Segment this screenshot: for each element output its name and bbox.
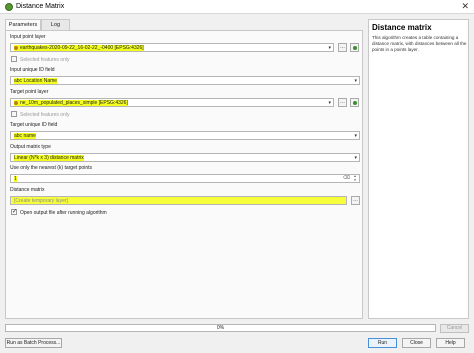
input-point-layer-value: earthquakes-2020-09-22_16-02-22_-0400 [E… bbox=[20, 45, 144, 51]
parameters-form: Input point layer earthquakes-2020-09-22… bbox=[5, 30, 363, 319]
nearest-k-spinbox[interactable]: 1 ⌫ ▴ ▾ bbox=[10, 174, 360, 183]
run-button[interactable]: Run bbox=[368, 338, 397, 348]
chevron-down-icon: ▾ bbox=[354, 78, 357, 84]
iterate-target-layer-button[interactable] bbox=[350, 98, 359, 107]
iterate-icon bbox=[353, 46, 357, 50]
input-selected-only-label: Selected features only bbox=[20, 57, 70, 63]
target-selected-only-label: Selected features only bbox=[20, 112, 70, 118]
point-layer-icon bbox=[14, 100, 18, 105]
spin-arrows-icon[interactable]: ▴ ▾ bbox=[352, 174, 358, 182]
input-point-layer-combo[interactable]: earthquakes-2020-09-22_16-02-22_-0400 [E… bbox=[10, 43, 334, 52]
input-selected-only-checkbox[interactable] bbox=[11, 56, 17, 62]
input-unique-id-label: Input unique ID field bbox=[10, 67, 55, 73]
open-output-label: Open output file after running algorithm bbox=[20, 210, 107, 216]
nearest-k-label: Use only the nearest (k) target points bbox=[10, 165, 92, 171]
cancel-button[interactable]: Cancel bbox=[440, 324, 469, 333]
run-as-batch-button[interactable]: Run as Batch Process... bbox=[5, 338, 62, 348]
target-selected-only-checkbox[interactable] bbox=[11, 111, 17, 117]
tab-log[interactable]: Log bbox=[41, 19, 70, 30]
distance-matrix-browse-button[interactable]: … bbox=[351, 196, 360, 205]
help-button[interactable]: Help bbox=[436, 338, 465, 348]
clear-icon[interactable]: ⌫ bbox=[343, 175, 350, 181]
browse-input-layer-button[interactable]: … bbox=[338, 43, 347, 52]
parameters-panel: Parameters Log Input point layer earthqu… bbox=[5, 19, 363, 319]
progress-bar: 0% bbox=[5, 324, 436, 332]
qgis-logo-icon bbox=[5, 3, 13, 11]
chevron-down-icon: ▾ bbox=[328, 45, 331, 51]
output-matrix-type-value: Linear (N*k x 3) distance matrix bbox=[14, 155, 84, 161]
nearest-k-value: 1 bbox=[14, 176, 17, 182]
progress-text: 0% bbox=[216, 325, 225, 331]
output-matrix-type-label: Output matrix type bbox=[10, 144, 51, 150]
input-point-layer-label: Input point layer bbox=[10, 34, 46, 40]
target-point-layer-label: Target point layer bbox=[10, 89, 49, 95]
iterate-icon bbox=[353, 101, 357, 105]
input-unique-id-value: abc Location Name bbox=[14, 78, 58, 84]
target-unique-id-label: Target unique ID field bbox=[10, 122, 58, 128]
target-unique-id-combo[interactable]: abc name ▾ bbox=[10, 131, 360, 140]
window-title: Distance Matrix bbox=[16, 3, 65, 10]
target-unique-id-value: abc name bbox=[14, 133, 36, 139]
point-layer-icon bbox=[14, 45, 18, 50]
chevron-down-icon: ▾ bbox=[354, 133, 357, 139]
chevron-down-icon: ▾ bbox=[328, 100, 331, 106]
title-bar: Distance Matrix ✕ bbox=[0, 0, 474, 14]
help-text: This algorithm creates a table containin… bbox=[372, 35, 467, 52]
output-matrix-type-combo[interactable]: Linear (N*k x 3) distance matrix ▾ bbox=[10, 153, 360, 162]
help-panel: Distance matrix This algorithm creates a… bbox=[368, 19, 469, 319]
distance-matrix-output-value: [Create temporary layer] bbox=[14, 198, 68, 204]
window-close-icon[interactable]: ✕ bbox=[461, 1, 469, 12]
chevron-down-icon: ▾ bbox=[354, 155, 357, 161]
help-title: Distance matrix bbox=[372, 23, 432, 32]
open-output-checkbox[interactable] bbox=[11, 208, 17, 215]
target-point-layer-combo[interactable]: ne_10m_populated_places_simple [EPSG:432… bbox=[10, 98, 334, 107]
close-button[interactable]: Close bbox=[402, 338, 431, 348]
iterate-input-layer-button[interactable] bbox=[350, 43, 359, 52]
distance-matrix-label: Distance matrix bbox=[10, 187, 45, 193]
input-unique-id-combo[interactable]: abc Location Name ▾ bbox=[10, 76, 360, 85]
browse-target-layer-button[interactable]: … bbox=[338, 98, 347, 107]
target-point-layer-value: ne_10m_populated_places_simple [EPSG:432… bbox=[20, 100, 128, 106]
distance-matrix-output-field[interactable]: [Create temporary layer] bbox=[10, 196, 347, 205]
